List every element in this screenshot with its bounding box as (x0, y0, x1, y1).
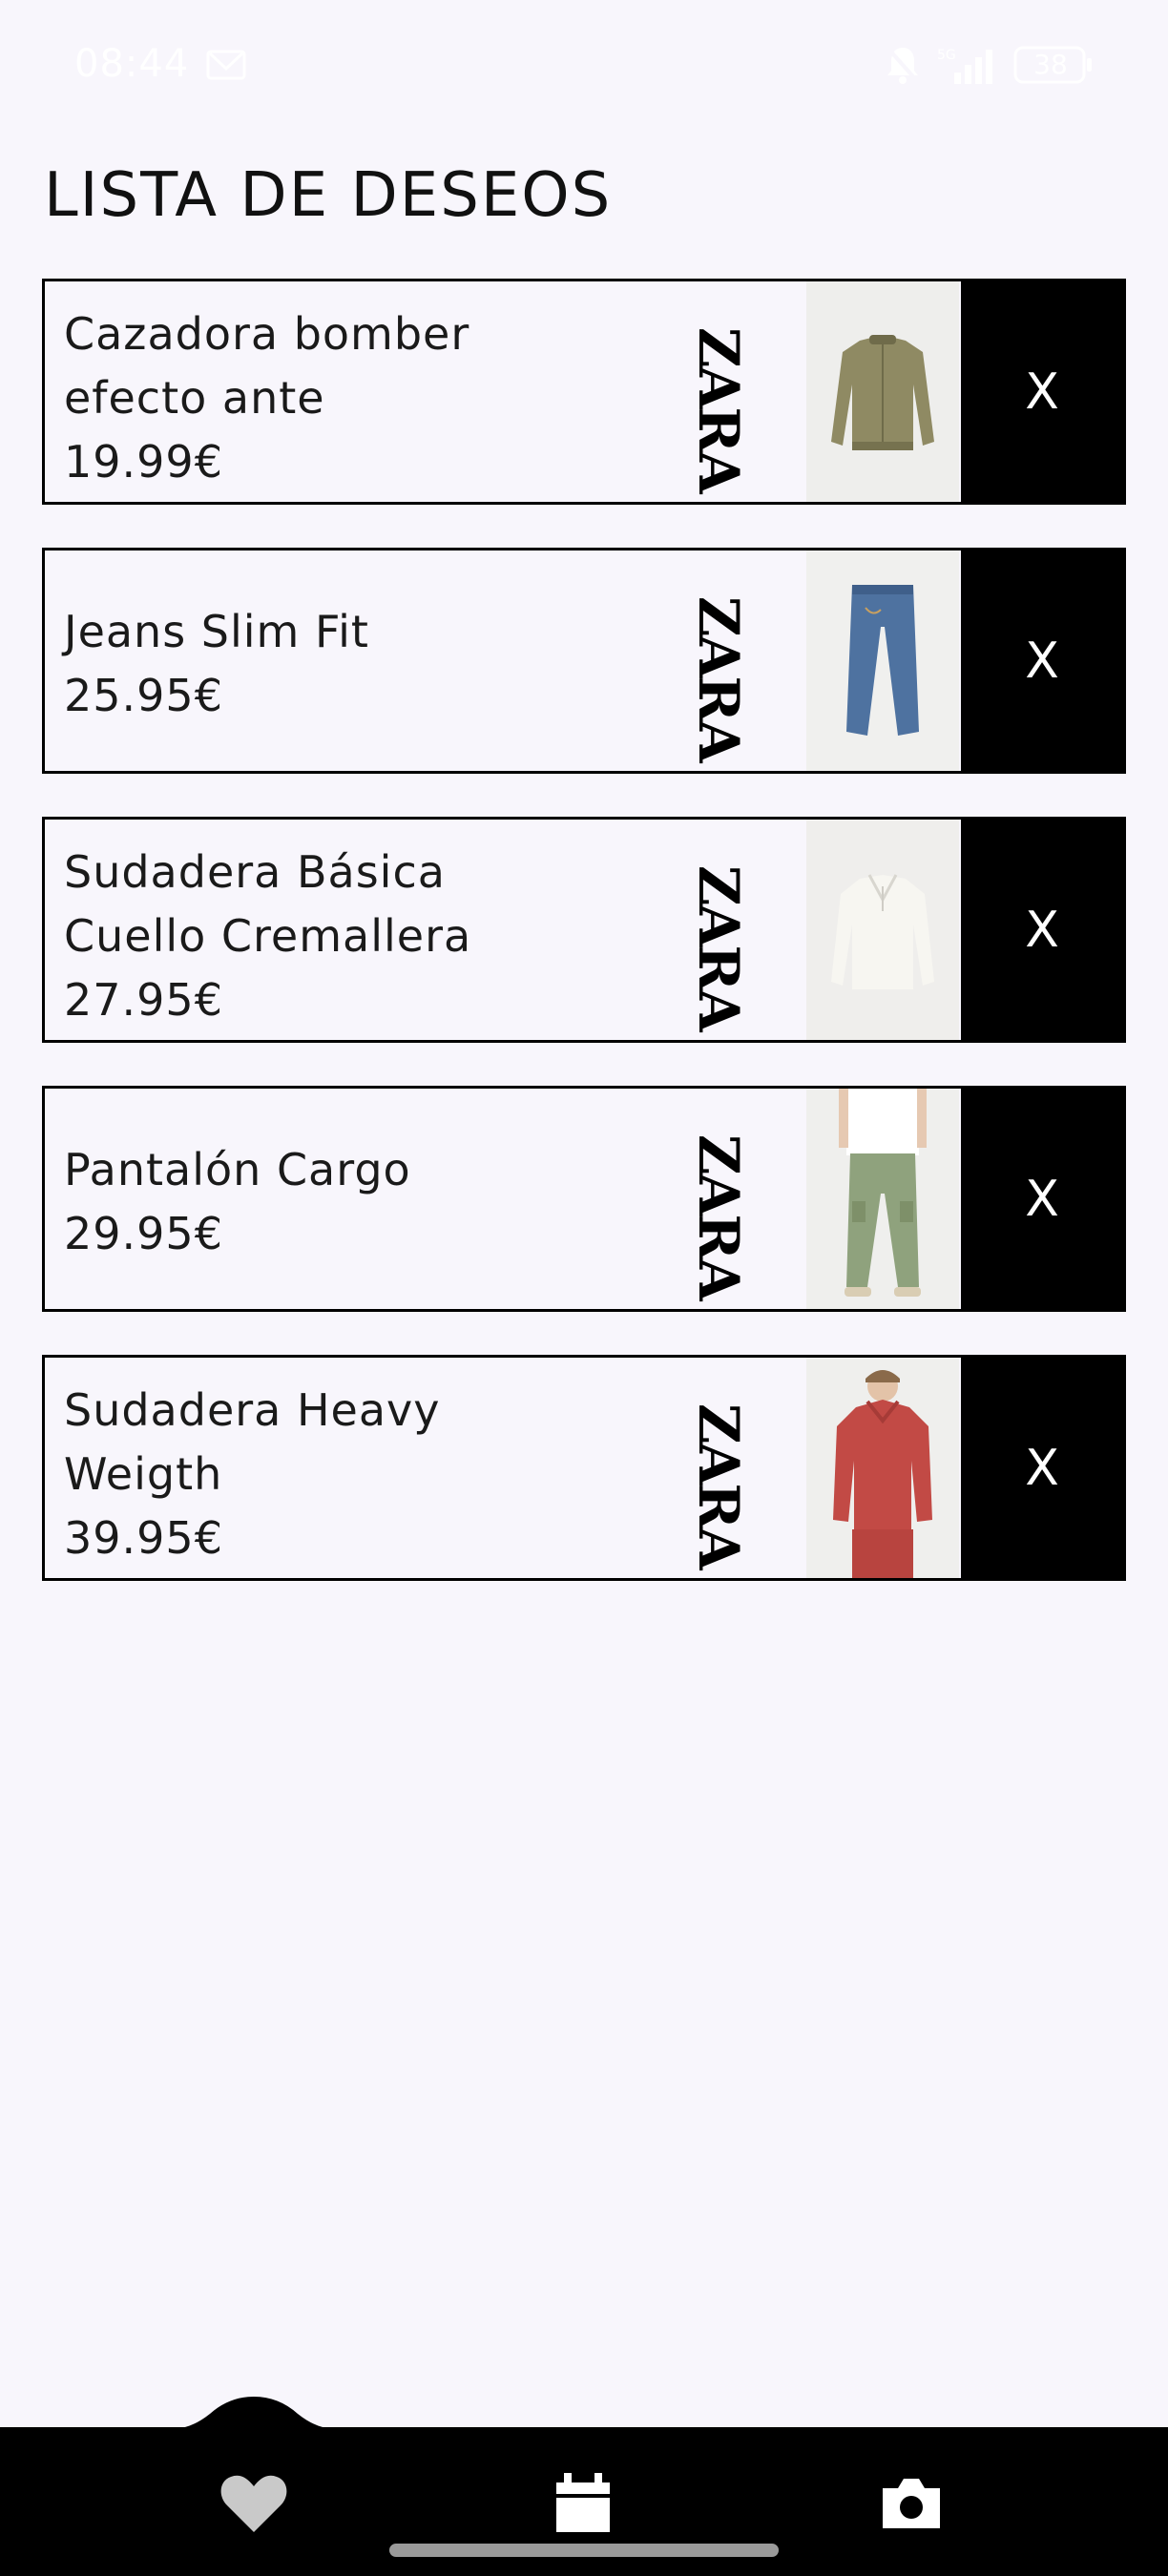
status-bar: 08:44 5G 38 (0, 0, 1168, 134)
item-price: 19.99€ (64, 436, 223, 488)
nav-calendar[interactable] (545, 2465, 621, 2542)
item-name: Sudadera Básica Cuello Cremallera (64, 846, 472, 962)
item-name: Sudadera Heavy Weigth (64, 1384, 441, 1500)
zara-logo: ZARA (686, 1134, 751, 1299)
product-image-sweatshirt (806, 820, 959, 1040)
wishlist-screen: 08:44 5G 38 LISTA DE DESEOS Cazadora bom… (0, 0, 1168, 2576)
item-price: 39.95€ (64, 1512, 223, 1564)
product-image-cargo-pants (806, 1089, 959, 1309)
home-indicator[interactable] (389, 2544, 779, 2557)
heart-icon (220, 2475, 287, 2532)
nav-wishlist[interactable] (216, 2465, 292, 2542)
wishlist-item[interactable]: Jeans Slim Fit 25.95€ ZARA X (42, 548, 1126, 774)
calendar-icon (556, 2473, 610, 2532)
bell-muted-icon (886, 46, 920, 84)
item-price: 29.95€ (64, 1208, 223, 1259)
zara-logo: ZARA (686, 596, 751, 761)
item-name: Jeans Slim Fit (64, 606, 369, 657)
camera-icon (883, 2479, 940, 2528)
status-time: 08:44 (74, 42, 190, 86)
remove-button[interactable]: X (961, 281, 1123, 502)
remove-button[interactable]: X (961, 551, 1123, 771)
active-indicator-dot (240, 2408, 266, 2435)
item-price: 25.95€ (64, 670, 223, 721)
item-info: Jeans Slim Fit 25.95€ (45, 551, 675, 771)
remove-button[interactable]: X (961, 820, 1123, 1040)
item-name: Cazadora bomber efecto ante (64, 308, 470, 424)
remove-button[interactable]: X (961, 1358, 1123, 1578)
wishlist: Cazadora bomber efecto ante 19.99€ ZARA … (42, 279, 1126, 1624)
bottom-navigation (0, 2397, 1168, 2576)
item-name: Pantalón Cargo (64, 1144, 411, 1195)
item-price: 27.95€ (64, 974, 223, 1026)
product-image-bomber-jacket (806, 281, 959, 502)
wishlist-item[interactable]: Sudadera Heavy Weigth 39.95€ ZARA X (42, 1355, 1126, 1581)
zara-logo: ZARA (686, 865, 751, 1030)
battery-level: 38 (1033, 49, 1068, 80)
svg-text:5G: 5G (937, 48, 956, 63)
item-info: Sudadera Básica Cuello Cremallera 27.95€ (45, 820, 675, 1040)
item-info: Sudadera Heavy Weigth 39.95€ (45, 1358, 675, 1578)
nav-camera[interactable] (873, 2465, 949, 2542)
wishlist-item[interactable]: Cazadora bomber efecto ante 19.99€ ZARA … (42, 279, 1126, 505)
zara-logo: ZARA (686, 327, 751, 492)
signal-icon: 5G (937, 48, 992, 84)
product-image-red-hoodie (806, 1358, 959, 1578)
zara-logo: ZARA (686, 1403, 751, 1568)
remove-button[interactable]: X (961, 1089, 1123, 1309)
wishlist-item[interactable]: Sudadera Básica Cuello Cremallera 27.95€… (42, 817, 1126, 1043)
mail-icon (206, 50, 246, 80)
item-info: Cazadora bomber efecto ante 19.99€ (45, 281, 675, 502)
item-info: Pantalón Cargo 29.95€ (45, 1089, 675, 1309)
wishlist-item[interactable]: Pantalón Cargo 29.95€ ZARA X (42, 1086, 1126, 1312)
product-image-jeans (806, 551, 959, 771)
page-title: LISTA DE DESEOS (44, 160, 613, 231)
